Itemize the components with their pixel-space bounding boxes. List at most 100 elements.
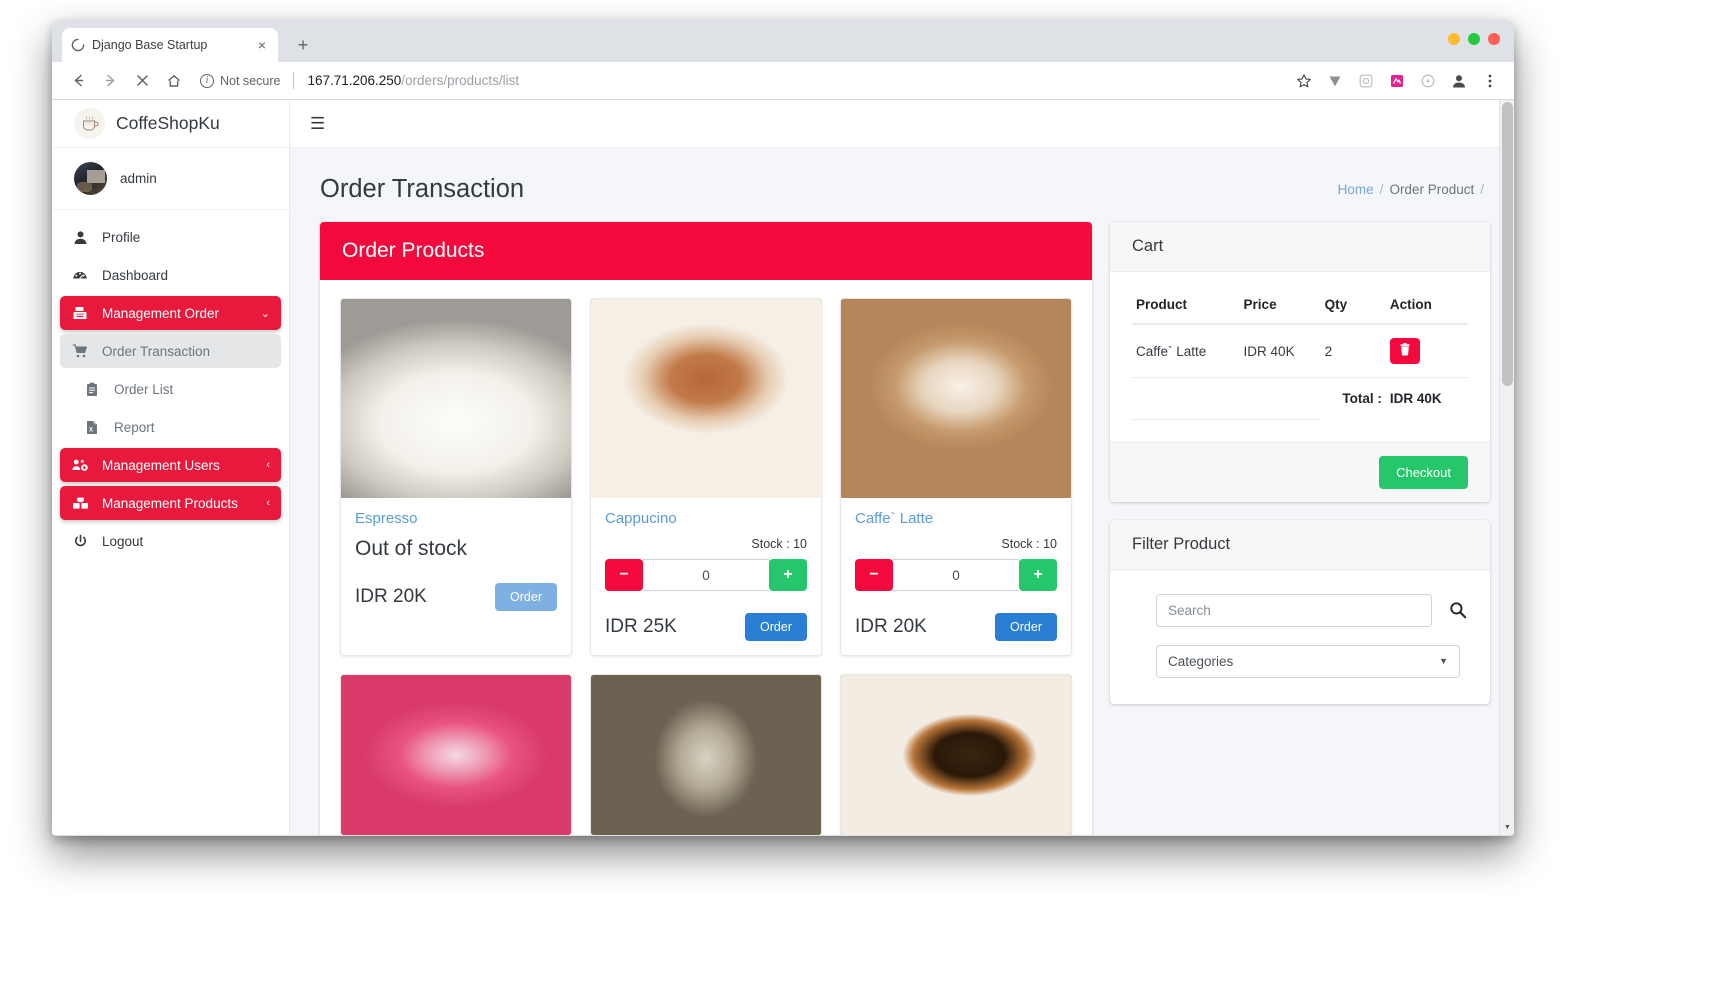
user-panel[interactable]: admin [52, 148, 289, 210]
breadcrumb-separator: / [1480, 182, 1484, 197]
address-divider [293, 72, 295, 89]
product-card[interactable] [340, 674, 572, 835]
cart-panel: Cart Product Price Qty Action Caffe` Lat… [1110, 222, 1490, 502]
quantity-stepper: − + [605, 559, 807, 591]
url-host: 167.71.206.250 [307, 73, 402, 88]
coffee-cup-logo-icon [74, 108, 105, 139]
forward-icon[interactable] [96, 67, 124, 95]
excel-file-icon: X [82, 420, 102, 435]
page-scrollbar[interactable]: ▲ ▼ [1499, 100, 1514, 835]
sidebar-item-management-users[interactable]: Management Users ‹ [60, 448, 281, 482]
content-columns: Order Products Espresso Out of stock IDR… [290, 222, 1514, 835]
url-text[interactable]: 167.71.206.250/orders/products/list [307, 73, 1290, 88]
decrement-button[interactable]: − [855, 559, 893, 591]
stop-loading-icon[interactable] [128, 67, 156, 95]
info-icon: i [200, 73, 214, 88]
close-window-button[interactable] [1488, 33, 1500, 45]
extension-puzzle-icon[interactable] [1356, 71, 1376, 91]
extension-pink-icon[interactable] [1387, 71, 1407, 91]
product-card[interactable] [840, 674, 1072, 835]
filter-body: Categories ▼ [1110, 570, 1490, 704]
quantity-input[interactable] [643, 559, 769, 591]
products-column: Order Products Espresso Out of stock IDR… [320, 222, 1092, 835]
product-price-row: IDR 25K Order [605, 613, 807, 641]
browser-tab[interactable]: Django Base Startup × [62, 28, 278, 62]
sidebar-item-label: Order Transaction [102, 343, 211, 359]
extension-v-icon[interactable] [1325, 71, 1345, 91]
profile-avatar-icon[interactable] [1449, 71, 1469, 91]
sidebar-item-logout[interactable]: Logout [60, 524, 281, 558]
product-price-row: IDR 20K Order [355, 583, 557, 611]
bookmark-star-icon[interactable] [1294, 71, 1314, 91]
brand-header[interactable]: CoffeShopKu [52, 100, 289, 148]
order-products-header: Order Products [320, 222, 1092, 280]
content-scroll-area: Order Transaction Home / Order Product /… [290, 148, 1514, 835]
sidebar-item-report[interactable]: X Report [60, 410, 281, 444]
scroll-down-arrow-icon[interactable]: ▼ [1500, 820, 1514, 835]
sidebar-item-profile[interactable]: Profile [60, 220, 281, 254]
new-tab-button[interactable]: + [290, 32, 316, 58]
maximize-button[interactable] [1468, 33, 1480, 45]
delete-cart-item-button[interactable] [1389, 338, 1420, 364]
clipboard-icon [82, 382, 102, 397]
minimize-button[interactable] [1448, 33, 1460, 45]
increment-button[interactable]: + [769, 559, 807, 591]
cart-col-price: Price [1239, 288, 1321, 325]
cart-cell-action [1385, 324, 1468, 378]
checkout-button[interactable]: Checkout [1379, 455, 1468, 489]
sidebar-item-management-order[interactable]: Management Order ⌄ [60, 296, 281, 330]
shopping-cart-icon [70, 343, 90, 359]
sidebar-item-order-list[interactable]: Order List [60, 372, 281, 406]
order-button[interactable]: Order [745, 613, 807, 641]
product-card[interactable]: Caffe` Latte Stock : 10 − + [840, 298, 1072, 656]
order-button[interactable]: Order [495, 583, 557, 611]
order-button[interactable]: Order [995, 613, 1057, 641]
product-image [341, 299, 571, 498]
page-title: Order Transaction [320, 175, 525, 203]
page-header: Order Transaction Home / Order Product / [290, 148, 1514, 222]
sidebar-item-management-products[interactable]: Management Products ‹ [60, 486, 281, 520]
cart-col-action: Action [1385, 288, 1468, 325]
sidebar-item-label: Logout [102, 533, 144, 549]
quantity-input[interactable] [893, 559, 1019, 591]
filter-title: Filter Product [1110, 519, 1490, 570]
sidebar-item-label: Dashboard [102, 267, 169, 283]
product-card[interactable] [590, 674, 822, 835]
sidebar-item-order-transaction[interactable]: Order Transaction [60, 334, 281, 368]
home-icon[interactable] [160, 67, 188, 95]
quantity-stepper: − + [855, 559, 1057, 591]
avatar [74, 162, 107, 195]
users-cog-icon [70, 458, 90, 473]
window-controls [1448, 33, 1500, 45]
main-content: ☰ Order Transaction Home / Order Product… [290, 100, 1514, 835]
security-label: Not secure [220, 73, 281, 88]
extension-circle-icon[interactable] [1418, 71, 1438, 91]
product-card[interactable]: Cappucino Stock : 10 − + IDR [590, 298, 822, 656]
sidebar-item-label: Report [114, 419, 155, 435]
product-name[interactable]: Cappucino [605, 510, 807, 527]
product-name[interactable]: Caffe` Latte [855, 510, 1057, 527]
sidebar-item-dashboard[interactable]: Dashboard [60, 258, 281, 292]
cart-total-spacer [1239, 377, 1321, 420]
browser-menu-icon[interactable] [1480, 71, 1500, 91]
site-security-indicator[interactable]: i Not secure [200, 73, 281, 88]
decrement-button[interactable]: − [605, 559, 643, 591]
search-icon[interactable] [1448, 600, 1468, 620]
table-row: Caffe` Latte IDR 40K 2 [1132, 324, 1468, 378]
breadcrumb-home[interactable]: Home [1338, 182, 1374, 197]
sidebar-item-label: Management Users [102, 457, 220, 473]
right-column: Cart Product Price Qty Action Caffe` Lat… [1110, 222, 1490, 722]
hamburger-menu-icon[interactable]: ☰ [310, 115, 332, 132]
product-body: Caffe` Latte Stock : 10 − + [841, 498, 1071, 655]
product-name[interactable]: Espresso [355, 510, 557, 527]
back-icon[interactable] [64, 67, 92, 95]
product-card[interactable]: Espresso Out of stock IDR 20K Order [340, 298, 572, 656]
product-image [591, 675, 821, 835]
scrollbar-thumb[interactable] [1502, 102, 1513, 386]
category-select[interactable]: Categories [1156, 644, 1460, 678]
sidebar-item-label: Order List [114, 381, 174, 397]
tab-close-icon[interactable]: × [254, 37, 270, 53]
search-input[interactable] [1156, 593, 1432, 627]
product-body: Cappucino Stock : 10 − + IDR [591, 498, 821, 655]
increment-button[interactable]: + [1019, 559, 1057, 591]
